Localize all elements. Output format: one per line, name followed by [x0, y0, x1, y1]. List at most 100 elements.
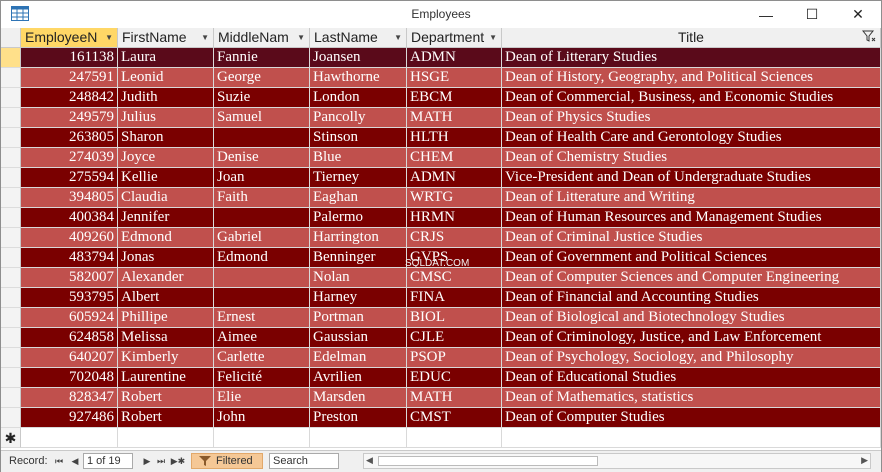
record-selector[interactable] — [1, 368, 21, 388]
table-row[interactable]: 702048 Laurentine Felicité Avrilien EDUC Dean… — [1, 368, 881, 388]
table-row[interactable]: 624858 Melissa Aimee Gaussian CJLE Dean of Cr… — [1, 328, 881, 348]
last-record-icon[interactable]: ⏭ — [155, 455, 167, 467]
dropdown-arrow-icon[interactable]: ▼ — [297, 28, 305, 47]
cell-emp[interactable]: 275594 — [21, 168, 118, 188]
cell-title[interactable]: Dean of Criminology, Justice, and Law En… — [502, 328, 881, 348]
cell-title[interactable]: Dean of Physics Studies — [502, 108, 881, 128]
cell-middle[interactable]: Felicité — [214, 368, 310, 388]
record-selector[interactable] — [1, 328, 21, 348]
table-row[interactable]: 274039 Joyce Denise Blue CHEM Dean of Chemist… — [1, 148, 881, 168]
cell-last[interactable]: Avrilien — [310, 368, 407, 388]
cell-dept[interactable]: CMST — [407, 408, 502, 428]
cell-middle[interactable]: Elie — [214, 388, 310, 408]
cell-emp[interactable]: 483794 — [21, 248, 118, 268]
cell-first[interactable]: Claudia — [118, 188, 214, 208]
cell-last[interactable]: Edelman — [310, 348, 407, 368]
record-selector[interactable] — [1, 388, 21, 408]
cell-first[interactable]: Edmond — [118, 228, 214, 248]
record-selector[interactable] — [1, 248, 21, 268]
cell-emp[interactable]: 394805 — [21, 188, 118, 208]
cell-first[interactable]: Joyce — [118, 148, 214, 168]
cell-middle[interactable]: Fannie — [214, 48, 310, 68]
cell-title[interactable]: Dean of Government and Political Science… — [502, 248, 881, 268]
column-header-lastname[interactable]: LastName ▼ — [310, 28, 407, 48]
cell-emp[interactable]: 927486 — [21, 408, 118, 428]
cell-emp[interactable]: 249579 — [21, 108, 118, 128]
record-selector[interactable] — [1, 128, 21, 148]
cell-middle[interactable]: Aimee — [214, 328, 310, 348]
table-row[interactable]: 582007 Alexander Nolan CMSC Dean of Computer… — [1, 268, 881, 288]
cell-title[interactable]: Vice-President and Dean of Undergraduate… — [502, 168, 881, 188]
table-row[interactable]: 409260 Edmond Gabriel Harrington CRJS Dean of… — [1, 228, 881, 248]
scroll-right-icon[interactable]: ▶ — [861, 455, 868, 466]
cell-dept[interactable]: BIOL — [407, 308, 502, 328]
cell-last[interactable]: Preston — [310, 408, 407, 428]
record-selector[interactable] — [1, 188, 21, 208]
cell-first[interactable]: Jennifer — [118, 208, 214, 228]
cell-dept[interactable]: PSOP — [407, 348, 502, 368]
cell-last[interactable]: Tierney — [310, 168, 407, 188]
record-selector[interactable] — [1, 68, 21, 88]
cell-last[interactable]: Benninger — [310, 248, 407, 268]
cell-first[interactable]: Leonid — [118, 68, 214, 88]
new-cell-firstname[interactable] — [118, 428, 214, 448]
close-button[interactable]: ✕ — [835, 1, 881, 28]
table-row[interactable]: 605924 Phillipe Ernest Portman BIOL Dean of B… — [1, 308, 881, 328]
cell-first[interactable]: Laura — [118, 48, 214, 68]
cell-emp[interactable]: 702048 — [21, 368, 118, 388]
cell-dept[interactable]: CJLE — [407, 328, 502, 348]
cell-dept[interactable]: MATH — [407, 108, 502, 128]
cell-dept[interactable]: ADMN — [407, 168, 502, 188]
cell-middle[interactable]: Carlette — [214, 348, 310, 368]
cell-middle[interactable]: Samuel — [214, 108, 310, 128]
cell-last[interactable]: Pancolly — [310, 108, 407, 128]
new-cell-lastname[interactable] — [310, 428, 407, 448]
cell-title[interactable]: Dean of Litterary Studies — [502, 48, 881, 68]
table-row[interactable]: 249579 Julius Samuel Pancolly MATH Dean of Ph… — [1, 108, 881, 128]
dropdown-arrow-icon[interactable]: ▼ — [489, 28, 497, 47]
cell-last[interactable]: Stinson — [310, 128, 407, 148]
cell-title[interactable]: Dean of Financial and Accounting Studies — [502, 288, 881, 308]
cell-middle[interactable]: Edmond — [214, 248, 310, 268]
cell-last[interactable]: Eaghan — [310, 188, 407, 208]
new-record-icon[interactable]: ▶✱ — [169, 455, 187, 467]
table-row[interactable]: 400384 Jennifer Palermo HRMN Dean of Human R… — [1, 208, 881, 228]
record-selector[interactable] — [1, 408, 21, 428]
scroll-left-icon[interactable]: ◀ — [366, 455, 373, 466]
dropdown-arrow-icon[interactable]: ▼ — [105, 28, 113, 47]
column-header-firstname[interactable]: FirstName ▼ — [118, 28, 214, 48]
search-input[interactable]: Search — [269, 453, 339, 469]
cell-dept[interactable]: EDUC — [407, 368, 502, 388]
cell-emp[interactable]: 247591 — [21, 68, 118, 88]
dropdown-arrow-icon[interactable]: ▼ — [394, 28, 402, 47]
cell-emp[interactable]: 828347 — [21, 388, 118, 408]
record-selector[interactable] — [1, 288, 21, 308]
cell-middle[interactable]: George — [214, 68, 310, 88]
record-selector[interactable] — [1, 148, 21, 168]
cell-emp[interactable]: 582007 — [21, 268, 118, 288]
cell-first[interactable]: Robert — [118, 408, 214, 428]
cell-title[interactable]: Dean of Computer Sciences and Computer E… — [502, 268, 881, 288]
cell-first[interactable]: Kimberly — [118, 348, 214, 368]
cell-emp[interactable]: 263805 — [21, 128, 118, 148]
record-selector[interactable] — [1, 168, 21, 188]
record-selector[interactable] — [1, 348, 21, 368]
cell-first[interactable]: Laurentine — [118, 368, 214, 388]
cell-emp[interactable]: 593795 — [21, 288, 118, 308]
cell-last[interactable]: Hawthorne — [310, 68, 407, 88]
cell-middle[interactable]: Denise — [214, 148, 310, 168]
cell-title[interactable]: Dean of Human Resources and Management S… — [502, 208, 881, 228]
cell-dept[interactable]: CRJS — [407, 228, 502, 248]
record-selector[interactable] — [1, 308, 21, 328]
cell-dept[interactable]: HSGE — [407, 68, 502, 88]
table-row[interactable]: 275594 Kellie Joan Tierney ADMN Vice-Presiden… — [1, 168, 881, 188]
table-row[interactable]: 161138 Laura Fannie Joansen ADMN Dean of Litt… — [1, 48, 881, 68]
current-record-field[interactable]: 1 of 19 — [83, 453, 133, 469]
cell-dept[interactable]: HLTH — [407, 128, 502, 148]
new-cell-employeenumber[interactable] — [21, 428, 118, 448]
cell-dept[interactable]: WRTG — [407, 188, 502, 208]
table-row[interactable]: 263805 Sharon Stinson HLTH Dean of Health Ca… — [1, 128, 881, 148]
record-selector[interactable] — [1, 228, 21, 248]
column-header-employeenumber[interactable]: EmployeeN ▼ — [21, 28, 118, 48]
cell-last[interactable]: Harney — [310, 288, 407, 308]
